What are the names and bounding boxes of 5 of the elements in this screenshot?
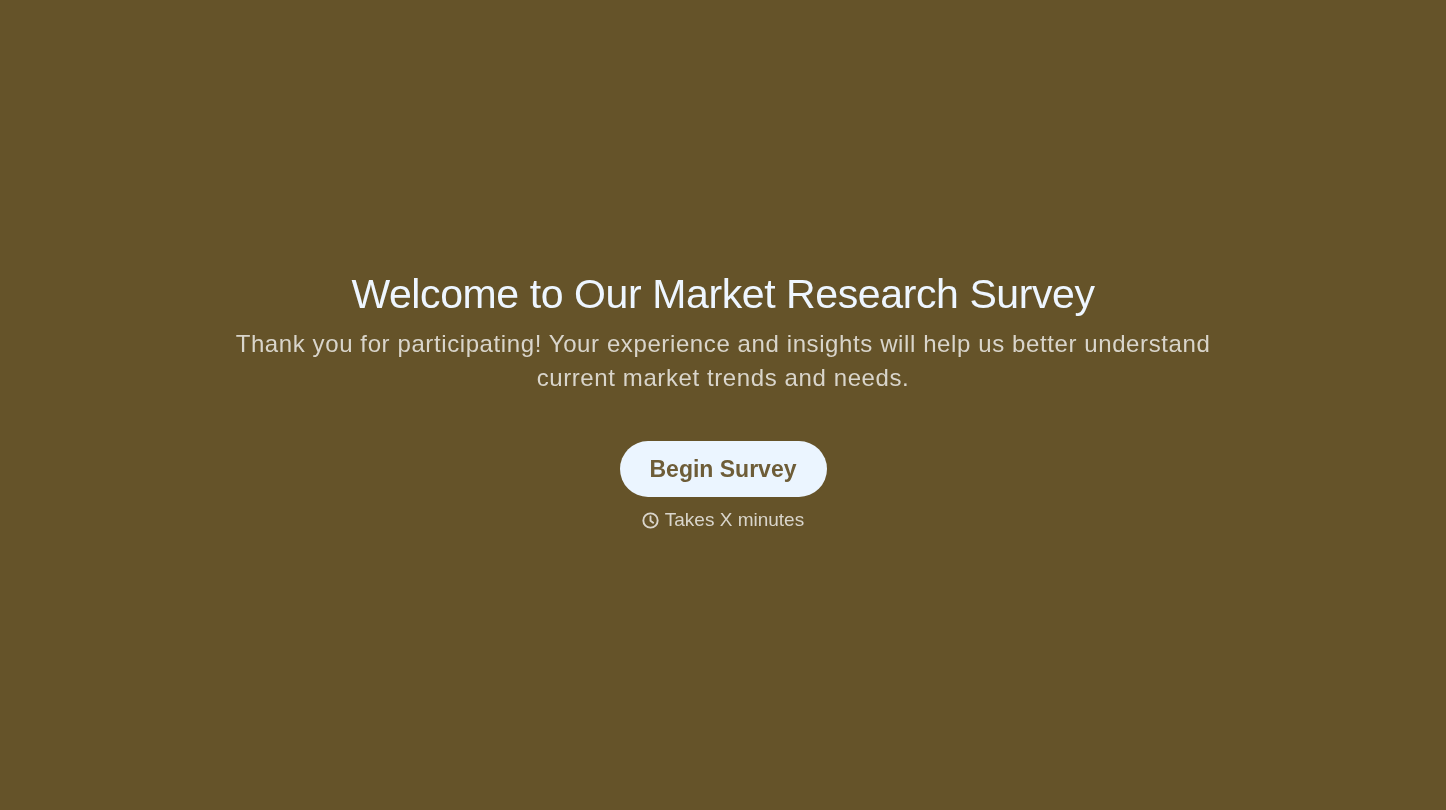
intro-text: Thank you for participating! Your experience and insights will help us better understand current market trends and needs. bbox=[234, 329, 1212, 393]
duration-text: Takes X minutes bbox=[664, 509, 805, 531]
clock-icon bbox=[641, 511, 659, 529]
page-title: Welcome to Our Market Research Survey bbox=[351, 271, 1095, 317]
begin-survey-button[interactable]: Begin Survey bbox=[619, 441, 827, 497]
